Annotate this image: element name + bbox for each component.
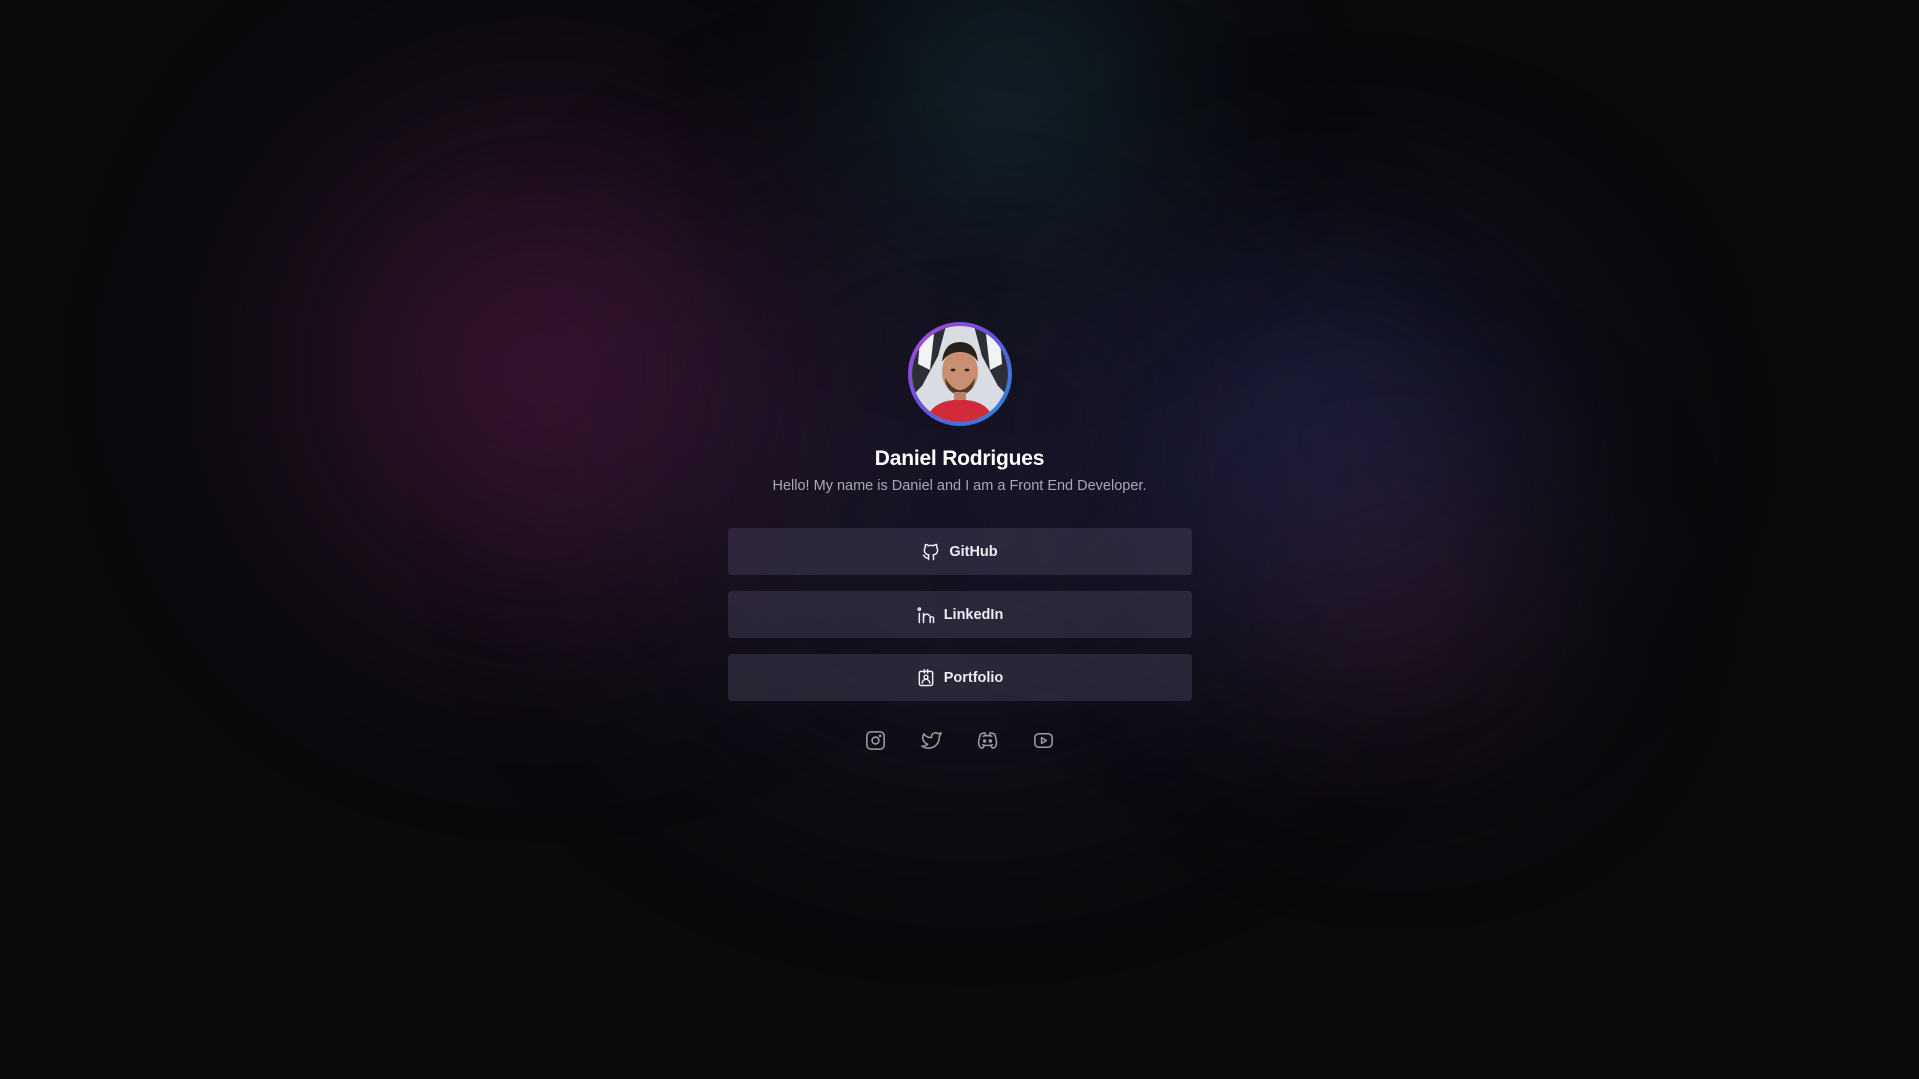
avatar (911, 326, 1008, 422)
profile-bio: Hello! My name is Daniel and I am a Fron… (772, 478, 1147, 494)
github-icon (921, 542, 941, 562)
github-link-button[interactable]: GitHub (727, 528, 1192, 575)
avatar-ring (907, 322, 1012, 426)
linkedin-link-button[interactable]: LinkedIn (727, 591, 1192, 638)
portfolio-icon (916, 668, 936, 688)
github-link-label: GitHub (949, 543, 998, 560)
page-root: Daniel Rodrigues Hello! My name is Danie… (0, 0, 1919, 1079)
portfolio-link-button[interactable]: Portfolio (727, 654, 1192, 701)
linkedin-link-label: LinkedIn (943, 606, 1004, 623)
linkedin-icon (916, 605, 936, 625)
social-icons (864, 729, 1055, 752)
profile-card: Daniel Rodrigues Hello! My name is Danie… (0, 0, 1919, 752)
portfolio-link-label: Portfolio (943, 669, 1004, 686)
instagram-icon[interactable] (864, 729, 887, 752)
youtube-icon[interactable] (1032, 729, 1055, 752)
link-list: GitHub LinkedIn Portfolio (727, 528, 1192, 701)
discord-icon[interactable] (976, 729, 999, 752)
avatar-photo (911, 326, 1008, 422)
twitter-icon[interactable] (920, 729, 943, 752)
profile-name: Daniel Rodrigues (874, 447, 1045, 470)
